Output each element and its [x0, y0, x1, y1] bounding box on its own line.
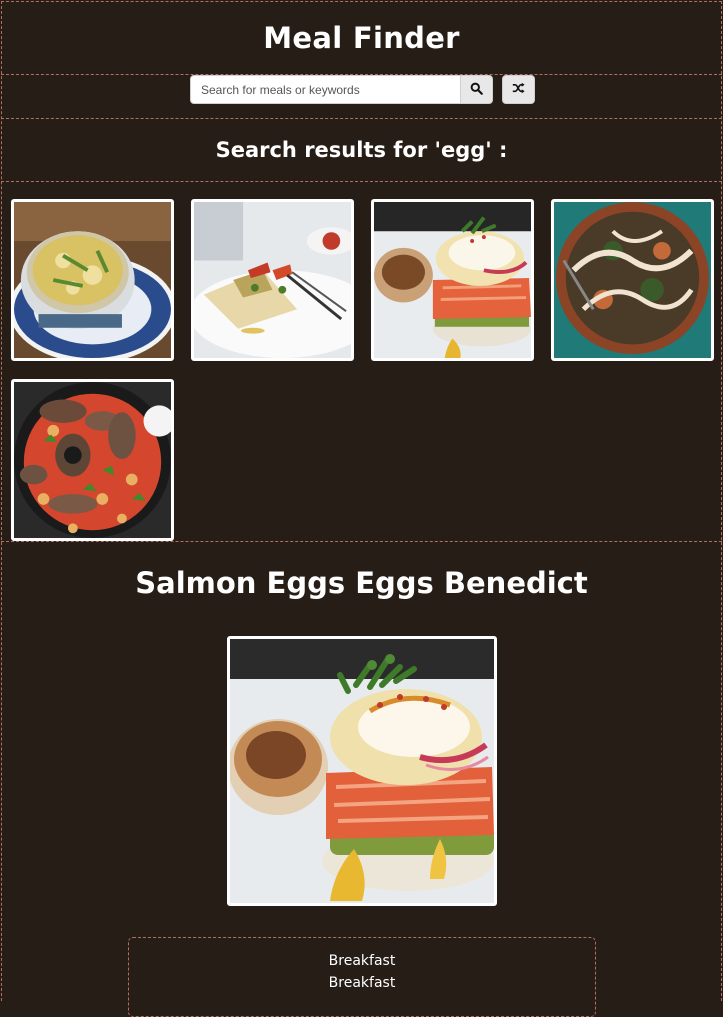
- search-button[interactable]: [460, 75, 493, 104]
- meals-grid: [1, 182, 722, 542]
- shuffle-icon: [512, 82, 525, 97]
- meal-category: Breakfast: [328, 953, 396, 969]
- search-icon: [470, 82, 483, 98]
- baked-eggs-photo: [554, 202, 711, 358]
- meal-card[interactable]: [11, 199, 174, 361]
- meal-card[interactable]: [11, 379, 174, 541]
- meal-detail-image: [227, 636, 497, 906]
- meal-card[interactable]: [371, 199, 534, 361]
- results-heading-section: Search results for 'egg' :: [1, 119, 722, 182]
- meal-card[interactable]: [551, 199, 714, 361]
- eggs-benedict-photo: [230, 639, 494, 903]
- results-heading: Search results for 'egg' :: [215, 138, 508, 162]
- random-meal-button[interactable]: [502, 75, 535, 104]
- page-title: Meal Finder: [263, 20, 460, 55]
- search-input[interactable]: [190, 75, 461, 104]
- meal-area: Breakfast: [328, 975, 396, 991]
- meal-info-box: Breakfast Breakfast: [128, 937, 596, 1017]
- meal-detail-title: Salmon Eggs Eggs Benedict: [135, 566, 588, 600]
- omelette-wrap-photo: [194, 202, 351, 358]
- header: Meal Finder: [1, 1, 722, 75]
- chickpea-skillet-photo: [14, 382, 171, 538]
- eggs-benedict-photo: [374, 202, 531, 358]
- search-bar: [1, 75, 722, 119]
- meal-card[interactable]: [191, 199, 354, 361]
- egg-drop-soup-photo: [14, 202, 171, 358]
